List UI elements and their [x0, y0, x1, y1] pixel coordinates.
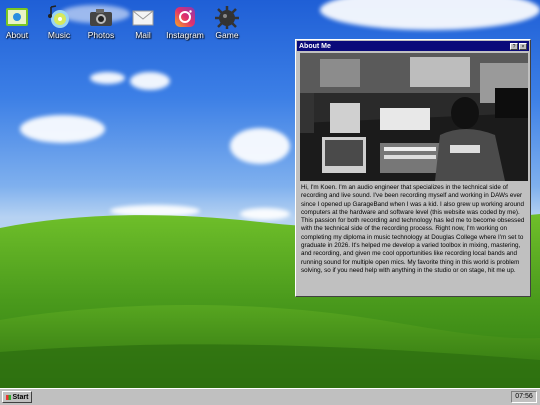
desktop-icon-photos[interactable]: Photos — [81, 5, 121, 40]
desktop-icon-label: About — [5, 30, 29, 40]
close-button[interactable]: × — [519, 42, 527, 50]
envelope-icon — [130, 5, 156, 29]
desktop-icon-game[interactable]: Game — [207, 5, 247, 40]
taskbar: Start 07:56 — [0, 388, 540, 405]
desktop-icon-about[interactable]: About — [0, 5, 37, 40]
music-cd-icon — [46, 5, 72, 29]
desktop-icon-instagram[interactable]: Instagram — [165, 5, 205, 40]
instagram-icon — [172, 5, 198, 29]
desktop-icon-label: Mail — [135, 30, 151, 40]
game-icon — [214, 5, 240, 30]
window-title: About Me — [299, 42, 331, 50]
desktop-icon-label: Instagram — [166, 30, 204, 40]
camera-icon — [88, 5, 114, 29]
desktop-icon-label: Music — [47, 30, 71, 40]
desktop-icon-music[interactable]: Music — [39, 5, 79, 40]
desktop-icon-mail[interactable]: Mail — [123, 5, 163, 40]
windows-logo-icon — [5, 394, 11, 400]
help-button[interactable]: ? — [510, 42, 518, 50]
taskbar-clock: 07:56 — [511, 391, 537, 403]
start-button[interactable]: Start — [2, 391, 32, 403]
about-me-text: Hi, I'm Koen. I'm an audio engineer that… — [301, 184, 525, 274]
studio-photo — [300, 53, 528, 181]
window-titlebar[interactable]: About Me ? × — [297, 41, 529, 51]
desktop-icon-label: Photos — [87, 30, 115, 40]
desktop-icon-label: Game — [215, 30, 239, 40]
folder-icon — [4, 5, 30, 29]
about-me-window[interactable]: About Me ? × Hi, I'm Koen. I'm an audio … — [295, 39, 531, 297]
start-label: Start — [12, 393, 29, 401]
